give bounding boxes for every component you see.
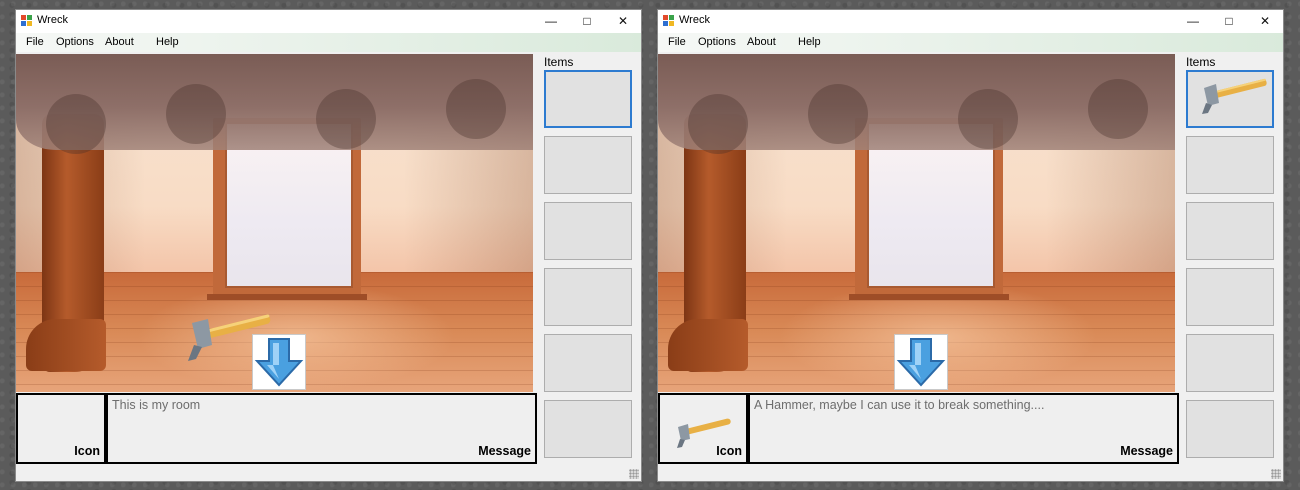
window-title: Wreck [679,14,710,26]
menu-file[interactable]: File [26,36,44,48]
table-foot [668,319,748,371]
close-icon[interactable]: ✕ [1247,10,1283,33]
menu-help[interactable]: Help [156,36,179,48]
game-window-before: Wreck — □ ✕ File Options About Help Item… [15,9,642,482]
menu-bar: File Options About Help [658,33,1283,52]
game-window-after: Wreck — □ ✕ File Options About Help Item… [657,9,1284,482]
down-arrow-icon [254,338,304,387]
tablecloth [16,54,533,154]
app-icon [21,15,32,26]
message-text: This is my room [112,398,201,412]
inventory-slot-1[interactable] [544,70,632,128]
message-box: This is my room Message [108,395,535,462]
inventory-slot-2[interactable] [544,136,632,194]
message-label: Message [478,444,531,458]
icon-box: Icon [660,395,746,462]
message-box: A Hammer, maybe I can use it to break so… [750,395,1177,462]
title-bar[interactable]: Wreck — □ ✕ [16,10,641,33]
menu-options[interactable]: Options [698,36,736,48]
room-scene[interactable] [658,54,1175,392]
items-label: Items [1186,55,1216,69]
menu-file[interactable]: File [668,36,686,48]
close-icon[interactable]: ✕ [605,10,641,33]
icon-box: Icon [18,395,104,462]
message-text: A Hammer, maybe I can use it to break so… [754,398,1045,412]
items-label: Items [544,55,574,69]
inventory-slot-3[interactable] [544,202,632,260]
minimize-icon[interactable]: — [1175,10,1211,33]
menu-help[interactable]: Help [798,36,821,48]
inventory-slot-6[interactable] [544,400,632,458]
icon-label: Icon [74,444,100,458]
inventory-slot-4[interactable] [1186,268,1274,326]
hammer-icon [1202,78,1267,114]
resize-grip[interactable] [1271,469,1281,479]
menu-bar: File Options About Help [16,33,641,52]
maximize-icon[interactable]: □ [1211,10,1247,33]
inventory-slot-2[interactable] [1186,136,1274,194]
resize-grip[interactable] [629,469,639,479]
app-icon [663,15,674,26]
minimize-icon[interactable]: — [533,10,569,33]
window-title: Wreck [37,14,68,26]
menu-options[interactable]: Options [56,36,94,48]
icon-label: Icon [716,444,742,458]
room-scene[interactable] [16,54,533,392]
bottom-panel: Icon This is my room Message [16,393,537,464]
bottom-panel: Icon A Hammer, maybe I can use it to bre… [658,393,1179,464]
menu-about[interactable]: About [105,36,134,48]
inventory-slot-3[interactable] [1186,202,1274,260]
down-arrow-icon [896,338,946,387]
go-down-button[interactable] [252,334,306,390]
menu-about[interactable]: About [747,36,776,48]
message-label: Message [1120,444,1173,458]
go-down-button[interactable] [894,334,948,390]
mirror-base [849,294,1009,300]
inventory-slot-5[interactable] [544,334,632,392]
table-foot [26,319,106,371]
mirror-base [207,294,367,300]
inventory-slot-6[interactable] [1186,400,1274,458]
inventory-slot-4[interactable] [544,268,632,326]
inventory-slot-1[interactable] [1186,70,1274,128]
maximize-icon[interactable]: □ [569,10,605,33]
inventory-slot-5[interactable] [1186,334,1274,392]
tablecloth [658,54,1175,154]
title-bar[interactable]: Wreck — □ ✕ [658,10,1283,33]
